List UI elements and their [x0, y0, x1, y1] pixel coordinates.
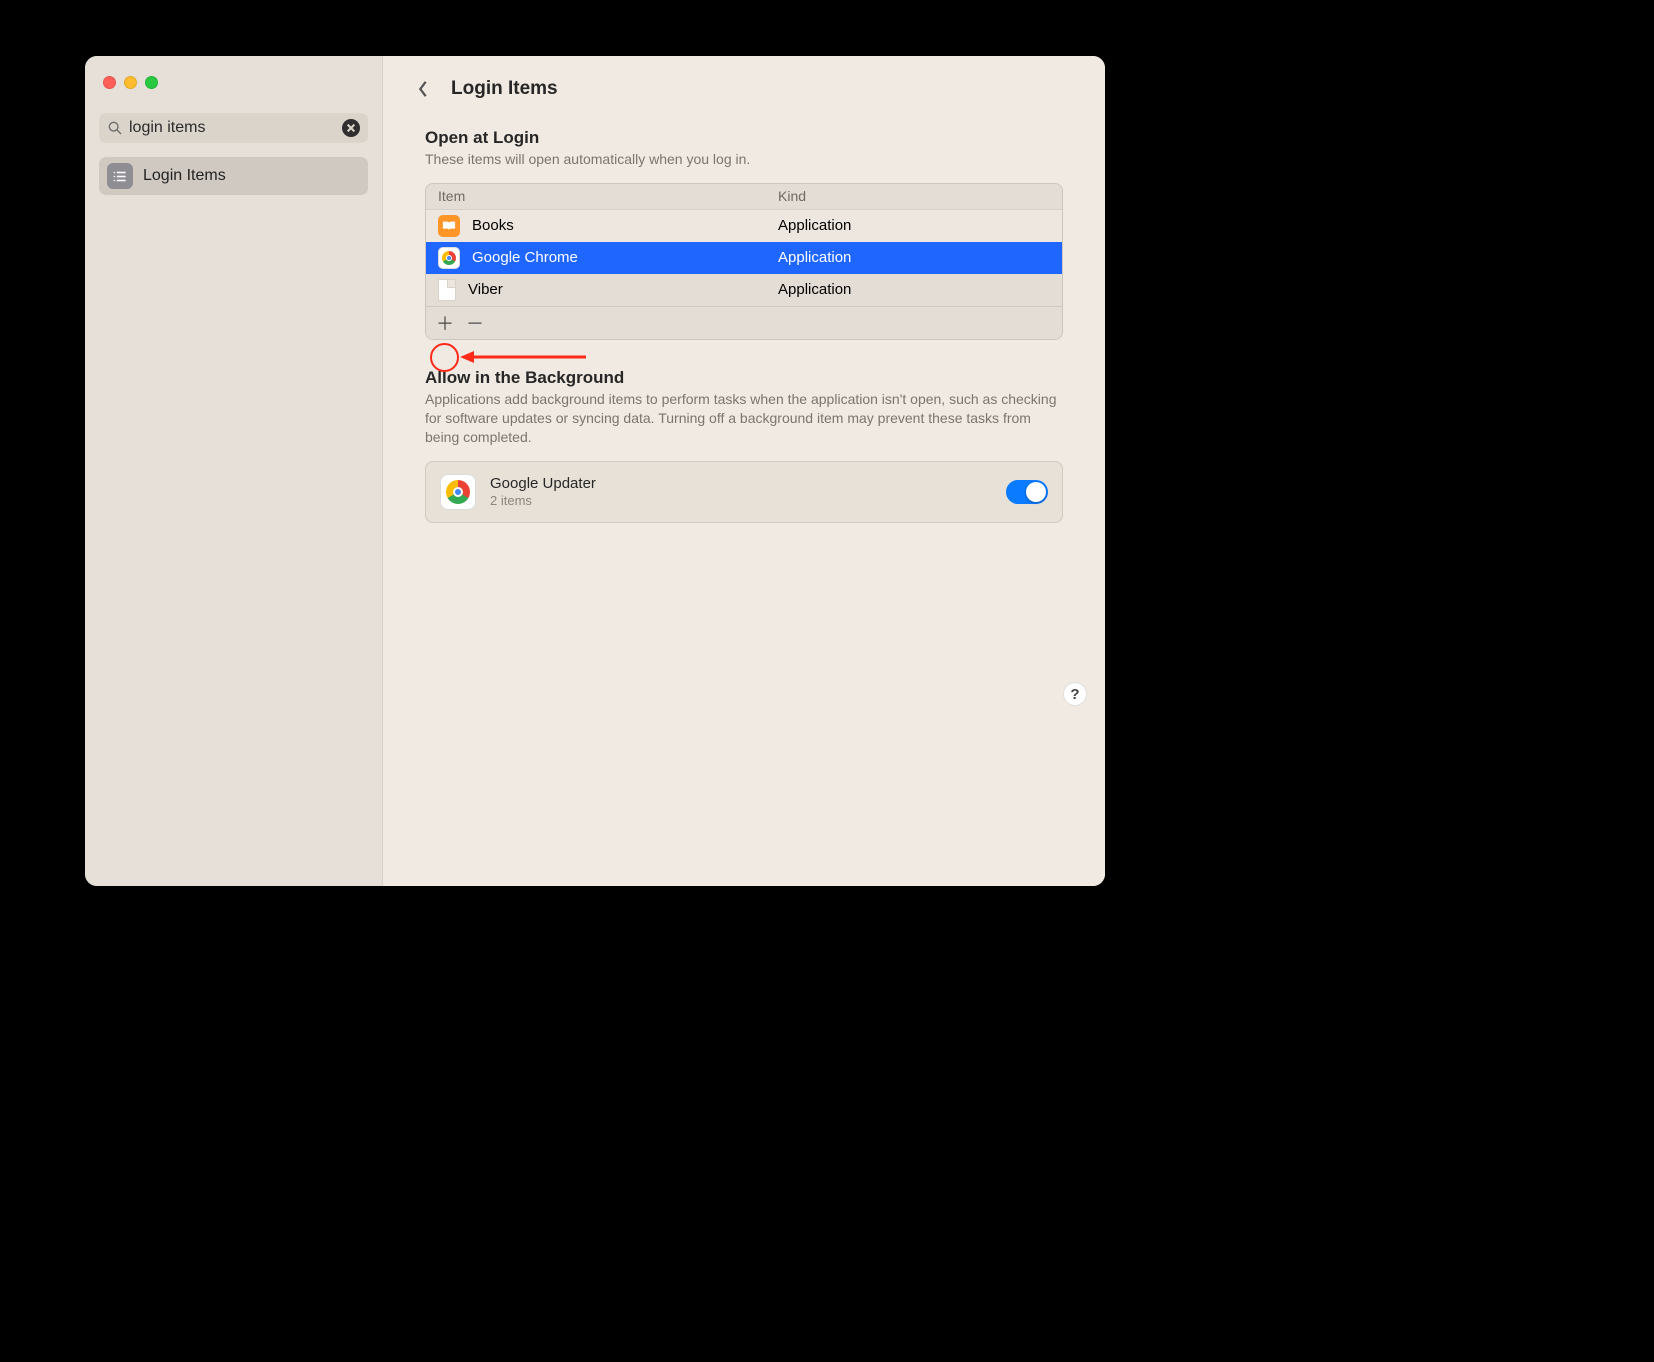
column-header-kind[interactable]: Kind — [778, 188, 1050, 204]
chrome-app-icon — [440, 474, 476, 510]
item-kind: Application — [778, 281, 1050, 298]
table-row[interactable]: Viber Application — [426, 274, 1062, 306]
table-row[interactable]: Books Application — [426, 210, 1062, 242]
background-item-name: Google Updater — [490, 475, 992, 492]
item-name: Viber — [468, 281, 503, 298]
table-header: Item Kind — [426, 184, 1062, 210]
clear-search-button[interactable] — [342, 119, 360, 137]
table-footer: ＋ － — [426, 306, 1062, 339]
item-kind: Application — [778, 249, 1050, 266]
remove-item-button[interactable]: － — [460, 309, 490, 337]
close-icon — [346, 123, 356, 133]
books-app-icon — [438, 215, 460, 237]
chevron-left-icon — [417, 80, 429, 98]
plus-icon: ＋ — [436, 310, 454, 336]
item-name: Google Chrome — [472, 249, 578, 266]
sidebar: Login Items — [85, 56, 383, 886]
add-item-button[interactable]: ＋ — [430, 309, 460, 337]
search-input[interactable] — [129, 119, 342, 137]
sidebar-item-login-items[interactable]: Login Items — [99, 157, 368, 195]
column-header-item[interactable]: Item — [438, 188, 778, 204]
annotation-arrow-icon — [458, 347, 588, 367]
window-controls — [103, 76, 368, 89]
page-title: Login Items — [451, 78, 558, 100]
toggle-knob — [1026, 482, 1046, 502]
table-row[interactable]: Google Chrome Application — [426, 242, 1062, 274]
section-title: Open at Login — [425, 128, 1063, 148]
minus-icon: － — [466, 310, 484, 336]
background-item-sub: 2 items — [490, 493, 992, 508]
system-settings-window: Login Items Login Items Open at Login Th… — [85, 56, 1105, 886]
title-bar: Login Items — [413, 78, 1075, 100]
open-at-login-section: Open at Login These items will open auto… — [425, 128, 1063, 340]
list-icon — [107, 163, 133, 189]
search-field[interactable] — [99, 113, 368, 143]
document-icon — [438, 279, 456, 301]
sidebar-item-label: Login Items — [143, 167, 226, 185]
close-window-button[interactable] — [103, 76, 116, 89]
help-icon: ? — [1070, 686, 1079, 703]
help-button[interactable]: ? — [1063, 682, 1087, 706]
section-title: Allow in the Background — [425, 368, 1063, 388]
login-items-table: Item Kind Books Application — [425, 183, 1063, 340]
back-button[interactable] — [413, 79, 433, 99]
search-icon — [107, 120, 123, 136]
allow-background-section: Allow in the Background Applications add… — [425, 368, 1063, 523]
background-item-toggle[interactable] — [1006, 480, 1048, 504]
item-kind: Application — [778, 217, 1050, 234]
content-pane: Login Items Open at Login These items wi… — [383, 56, 1105, 886]
item-name: Books — [472, 217, 514, 234]
section-description: These items will open automatically when… — [425, 150, 1063, 169]
fullscreen-window-button[interactable] — [145, 76, 158, 89]
chrome-app-icon — [438, 247, 460, 269]
section-description: Applications add background items to per… — [425, 390, 1063, 447]
minimize-window-button[interactable] — [124, 76, 137, 89]
background-item-row: Google Updater 2 items — [425, 461, 1063, 523]
